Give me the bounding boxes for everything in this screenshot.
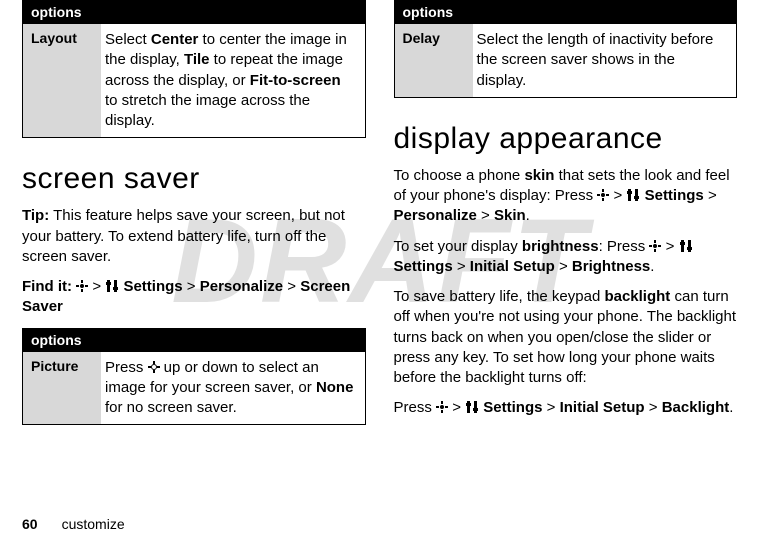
chevron-icon: >	[547, 399, 556, 416]
path-settings: Settings	[394, 258, 453, 275]
text: .	[526, 207, 530, 224]
text: Press	[394, 399, 437, 416]
option-body-delay: Select the length of inactivity before t…	[473, 24, 737, 97]
option-fit: Fit-to-screen	[250, 72, 341, 89]
find-it-label: Find it:	[22, 278, 76, 295]
option-body-layout: Select Center to center the image in the…	[101, 24, 365, 137]
page-footer: 60 customize	[22, 516, 125, 532]
text: To save battery life, the keypad	[394, 288, 605, 305]
path-skin: Skin	[494, 207, 526, 224]
text: to stretch the image across the display.	[105, 92, 310, 129]
settings-icon	[105, 279, 119, 293]
text: To choose a phone	[394, 167, 525, 184]
backlight-paragraph: To save battery life, the keypad backlig…	[394, 287, 738, 388]
settings-icon	[465, 400, 479, 414]
path-initial-setup: Initial Setup	[470, 258, 555, 275]
settings-icon	[626, 188, 640, 202]
options-header: options	[395, 1, 737, 23]
text: Press	[105, 359, 148, 376]
heading-screen-saver: screen saver	[22, 162, 366, 196]
option-label-layout: Layout	[23, 24, 101, 137]
path-initial-setup: Initial Setup	[560, 399, 645, 416]
center-key-icon	[76, 280, 88, 292]
option-none: None	[316, 379, 354, 396]
chevron-icon: >	[708, 187, 717, 204]
path-settings: Settings	[483, 399, 542, 416]
center-key-icon	[597, 189, 609, 201]
nav-key-icon	[148, 361, 160, 373]
chevron-icon: >	[666, 238, 675, 255]
left-column: options Layout Select Center to center t…	[22, 0, 366, 443]
text: Select	[105, 31, 151, 48]
skin-bold: skin	[524, 167, 554, 184]
tip-label: Tip:	[22, 207, 49, 224]
brightness-paragraph: To set your display brightness: Press > …	[394, 237, 738, 278]
option-label-picture: Picture	[23, 352, 101, 425]
text: for no screen saver.	[105, 399, 237, 416]
options-table-layout: options Layout Select Center to center t…	[22, 0, 366, 138]
skin-paragraph: To choose a phone skin that sets the loo…	[394, 166, 738, 227]
chevron-icon: >	[481, 207, 490, 224]
text: To set your display	[394, 238, 522, 255]
backlight-path-paragraph: Press > Settings > Initial Setup > Backl…	[394, 398, 738, 418]
option-tile: Tile	[184, 51, 210, 68]
chevron-icon: >	[457, 258, 466, 275]
text: : Press	[599, 238, 650, 255]
chevron-icon: >	[187, 278, 196, 295]
center-key-icon	[649, 240, 661, 252]
chevron-icon: >	[287, 278, 296, 295]
path-backlight: Backlight	[662, 399, 730, 416]
page-columns: options Layout Select Center to center t…	[22, 0, 737, 443]
settings-icon	[679, 239, 693, 253]
tip-paragraph: Tip: This feature helps save your screen…	[22, 206, 366, 267]
options-table-delay: options Delay Select the length of inact…	[394, 0, 738, 98]
chevron-icon: >	[649, 399, 658, 416]
text: .	[650, 258, 654, 275]
table-row: Delay Select the length of inactivity be…	[395, 23, 737, 97]
chevron-icon: >	[613, 187, 622, 204]
options-header: options	[23, 1, 365, 23]
table-row: Picture Press up or down to select an im…	[23, 351, 365, 425]
table-row: Layout Select Center to center the image…	[23, 23, 365, 137]
chevron-icon: >	[92, 278, 101, 295]
heading-display-appearance: display appearance	[394, 122, 738, 156]
backlight-bold: backlight	[604, 288, 670, 305]
page-number: 60	[22, 516, 38, 532]
brightness-bold: brightness	[522, 238, 599, 255]
path-settings: Settings	[123, 278, 182, 295]
chevron-icon: >	[559, 258, 568, 275]
option-label-delay: Delay	[395, 24, 473, 97]
find-it-paragraph: Find it: > Settings > Personalize > Scre…	[22, 277, 366, 318]
text: .	[729, 399, 733, 416]
path-personalize: Personalize	[394, 207, 477, 224]
option-body-picture: Press up or down to select an image for …	[101, 352, 365, 425]
footer-section: customize	[62, 516, 125, 532]
center-key-icon	[436, 401, 448, 413]
path-brightness: Brightness	[572, 258, 650, 275]
tip-text: This feature helps save your screen, but…	[22, 207, 345, 265]
path-settings: Settings	[645, 187, 704, 204]
chevron-icon: >	[452, 399, 461, 416]
path-personalize: Personalize	[200, 278, 283, 295]
option-center: Center	[151, 31, 199, 48]
options-header: options	[23, 329, 365, 351]
options-table-picture: options Picture Press up or down to sele…	[22, 328, 366, 426]
right-column: options Delay Select the length of inact…	[394, 0, 738, 443]
